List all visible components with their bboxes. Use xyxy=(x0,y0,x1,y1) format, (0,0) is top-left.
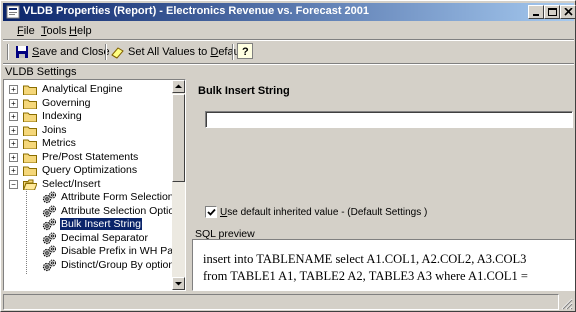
tree-item-label: Disable Prefix in WH Partitio xyxy=(61,245,173,257)
status-field xyxy=(3,294,559,310)
tree-folder-indexing[interactable]: + Indexing xyxy=(5,110,173,123)
arrow-up-icon xyxy=(175,84,182,88)
tree-folder-joins[interactable]: + Joins xyxy=(5,124,173,137)
sql-preview-box[interactable]: insert into TABLENAME select A1.COL1, A2… xyxy=(192,239,575,291)
expand-icon[interactable]: + xyxy=(9,152,18,162)
tree-folder-label: Governing xyxy=(42,96,91,109)
tree-folder-label: Indexing xyxy=(42,110,82,122)
maximize-icon xyxy=(548,8,557,16)
gears-icon xyxy=(42,218,56,231)
toolbar: Save and Close Set All Values to Default… xyxy=(3,41,574,63)
tree-folder-label: Select/Insert xyxy=(42,177,101,190)
settings-tree[interactable]: + Analytical Engine + Governing + Indexing + Jo… xyxy=(3,79,186,291)
set-all-default-button[interactable]: Set All Values to Default xyxy=(111,43,245,61)
tree-item-distinct-group-by-option-wh[interactable]: Distinct/Group By option (wh xyxy=(5,259,173,272)
folder-icon xyxy=(23,139,37,149)
tree-item-attribute-selection-option-fo[interactable]: Attribute Selection Option fo xyxy=(5,205,173,218)
question-help-icon: ? xyxy=(242,46,249,58)
help-button[interactable]: ? xyxy=(237,43,253,59)
tree-folder-select-insert[interactable]: − Select/Insert xyxy=(5,178,173,191)
property-title: Bulk Insert String xyxy=(198,85,290,97)
gears-icon xyxy=(42,245,56,258)
tree-item-label: Attribute Form Selection Op xyxy=(61,191,173,203)
expand-icon[interactable]: + xyxy=(9,98,18,108)
tree-folder-label: Analytical Engine xyxy=(42,83,123,95)
scroll-down-button[interactable] xyxy=(172,277,185,290)
open-folder-icon xyxy=(23,179,37,190)
bulk-insert-string-input[interactable] xyxy=(205,111,573,128)
sql-preview-group: SQL preview insert into TABLENAME select… xyxy=(191,225,575,291)
maximize-button[interactable] xyxy=(544,5,560,19)
tree-folder-governing[interactable]: + Governing xyxy=(5,97,173,110)
expand-icon[interactable]: + xyxy=(9,125,18,135)
tree-folder-pre-post-statements[interactable]: + Pre/Post Statements xyxy=(5,151,173,164)
tree-folder-label: Query Optimizations xyxy=(42,164,138,176)
settings-tree-content: + Analytical Engine + Governing + Indexing + Jo… xyxy=(5,81,173,289)
vldb-settings-label: VLDB Settings xyxy=(5,66,77,78)
tree-item-label: Distinct/Group By option (wh xyxy=(61,258,173,271)
eraser-icon xyxy=(111,47,124,59)
tree-item-label: Decimal Separator xyxy=(61,231,148,244)
save-icon xyxy=(16,46,28,58)
svg-text:?: ? xyxy=(242,46,249,58)
minimize-button[interactable] xyxy=(528,5,544,19)
tree-item-disable-prefix-in-wh-partitio[interactable]: Disable Prefix in WH Partitio xyxy=(5,245,173,258)
sql-line-1: insert into TABLENAME select A1.COL1, A2… xyxy=(203,252,527,266)
tree-folder-label: Metrics xyxy=(42,137,76,149)
tree-item-label-selected: Bulk Insert String xyxy=(60,218,142,230)
sql-line-2: from TABLE1 A1, TABLE2 A2, TABLE3 A3 whe… xyxy=(203,269,528,283)
toolbar-separator-2 xyxy=(232,44,234,60)
close-icon xyxy=(564,8,573,16)
menu-help[interactable]: Help xyxy=(69,25,92,37)
gears-icon xyxy=(42,191,56,204)
toolbar-divider xyxy=(3,63,574,65)
minimize-icon xyxy=(533,14,539,16)
gears-icon xyxy=(42,205,56,217)
tree-folder-query-optimizations[interactable]: + Query Optimizations xyxy=(5,164,173,177)
expand-icon[interactable]: + xyxy=(9,166,18,175)
tree-vertical-scrollbar[interactable] xyxy=(172,80,185,290)
property-pane: Bulk Insert String Use default inherited… xyxy=(189,79,575,291)
app-icon xyxy=(6,5,20,19)
scroll-thumb[interactable] xyxy=(172,94,185,182)
scroll-up-button[interactable] xyxy=(172,80,185,93)
folder-icon xyxy=(23,112,37,122)
folder-icon xyxy=(23,166,37,176)
window-title: VLDB Properties (Report) - Electronics R… xyxy=(23,5,370,17)
toolbar-grip xyxy=(7,44,9,60)
close-button[interactable] xyxy=(560,5,576,19)
save-and-close-button[interactable]: Save and Close xyxy=(15,43,110,61)
tree-folder-metrics[interactable]: + Metrics xyxy=(5,137,173,150)
expand-icon[interactable]: + xyxy=(9,112,18,121)
resize-grip-icon[interactable] xyxy=(561,298,573,310)
expand-icon[interactable]: + xyxy=(9,85,18,94)
vldb-properties-window: VLDB Properties (Report) - Electronics R… xyxy=(0,0,576,312)
title-bar[interactable]: VLDB Properties (Report) - Electronics R… xyxy=(3,3,576,21)
folder-icon xyxy=(23,99,37,109)
tree-item-bulk-insert-string[interactable]: Bulk Insert String xyxy=(5,218,173,231)
checkmark-icon xyxy=(207,208,216,216)
sql-preview-text: insert into TABLENAME select A1.COL1, A2… xyxy=(203,251,563,285)
tree-item-attribute-form-selection-op[interactable]: Attribute Form Selection Op xyxy=(5,191,173,204)
tree-folder-label: Pre/Post Statements xyxy=(42,150,139,163)
use-default-label[interactable]: Use default inherited value - (Default S… xyxy=(220,207,427,218)
collapse-icon[interactable]: − xyxy=(9,179,18,189)
tree-item-decimal-separator[interactable]: Decimal Separator xyxy=(5,232,173,245)
arrow-down-icon xyxy=(175,282,182,286)
gears-icon xyxy=(42,259,56,271)
tree-folder-analytical-engine[interactable]: + Analytical Engine xyxy=(5,83,173,96)
tree-folder-label: Joins xyxy=(42,123,67,136)
expand-icon[interactable]: + xyxy=(9,139,18,148)
use-default-checkbox[interactable] xyxy=(205,206,217,218)
menu-bar: File Tools Help xyxy=(3,22,574,40)
menu-file[interactable]: File xyxy=(17,25,35,37)
folder-icon xyxy=(23,153,37,163)
status-bar xyxy=(3,293,574,311)
folder-icon xyxy=(23,126,37,136)
menu-tools[interactable]: Tools xyxy=(41,25,67,37)
gears-icon xyxy=(42,232,56,244)
folder-icon xyxy=(23,85,37,95)
tree-item-label: Attribute Selection Option fo xyxy=(61,204,173,217)
toolbar-separator xyxy=(105,44,107,60)
